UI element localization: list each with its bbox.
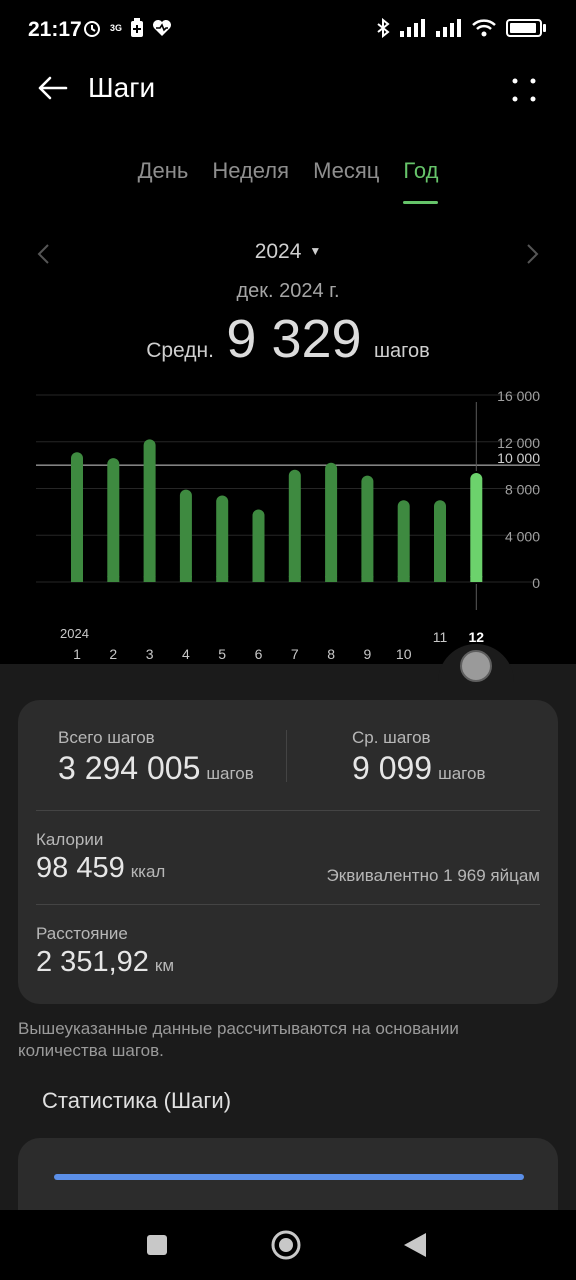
bar <box>397 500 410 582</box>
bar-base <box>216 576 229 582</box>
year-dropdown[interactable]: 2024 ▼ <box>0 240 576 264</box>
x-tick-label: 12 <box>469 629 485 645</box>
bar <box>179 489 192 582</box>
bar-base <box>288 576 301 582</box>
x-tick-label: 3 <box>146 646 154 662</box>
bar-base <box>397 576 410 582</box>
avg-steps-value: 9 099 шагов <box>352 750 486 786</box>
tab-week[interactable]: Неделя <box>212 154 289 198</box>
recent-apps-icon[interactable] <box>140 1228 174 1262</box>
app-header: Шаги <box>0 58 576 122</box>
calories-equivalent: Эквивалентно 1 969 яйцам <box>326 866 540 885</box>
alarm-icon <box>84 21 100 37</box>
y-tick-label: 8 000 <box>505 482 540 498</box>
average-value: 9 329 <box>226 309 362 369</box>
year-value: 2024 <box>254 240 302 263</box>
x-tick-label: 5 <box>218 646 226 662</box>
total-steps-value: 3 294 005 шагов <box>58 750 254 786</box>
back-arrow-icon[interactable] <box>36 72 68 104</box>
bar <box>470 472 483 582</box>
x-tick-label: 6 <box>255 646 263 662</box>
statistics-title: Статистика (Шаги) <box>42 1088 232 1113</box>
average-steps-summary: Средн. 9 329 шагов <box>0 308 576 370</box>
chevron-right-icon[interactable] <box>518 240 546 268</box>
y-tick-label: 0 <box>532 575 540 591</box>
bar-base <box>143 576 156 582</box>
summary-card: Всего шагов 3 294 005 шагов Ср. шагов 9 0… <box>18 700 558 1004</box>
year-navigation: 2024 ▼ <box>0 236 576 272</box>
bar <box>107 458 120 582</box>
bar-base <box>107 576 120 582</box>
bar <box>71 452 83 582</box>
bar-base <box>470 576 483 582</box>
tab-year[interactable]: Год <box>403 154 439 204</box>
total-steps-label: Всего шагов <box>58 728 155 747</box>
caret-down-icon: ▼ <box>309 244 322 258</box>
x-tick-label: 1 <box>73 646 81 662</box>
divider <box>36 904 540 905</box>
x-tick-label: 7 <box>291 646 299 662</box>
status-time: 21:17 <box>28 18 82 41</box>
distance-value: 2 351,92 км <box>36 946 175 978</box>
bar <box>288 469 301 582</box>
x-axis-year-label: 2024 <box>60 626 89 641</box>
bar <box>325 462 338 582</box>
x-tick-label: 9 <box>364 646 372 662</box>
bar <box>434 500 446 582</box>
bar-base <box>325 576 338 582</box>
bar-base <box>252 576 265 582</box>
bar <box>216 495 229 582</box>
y-tick-label: 4 000 <box>505 528 540 544</box>
bar <box>143 439 156 582</box>
battery-icon <box>506 19 546 37</box>
x-tick-label: 4 <box>182 646 190 662</box>
period-tabs: День Неделя Месяц Год <box>0 154 576 204</box>
bar <box>252 509 265 582</box>
calculation-footnote: Вышеуказанные данные рассчитываются на о… <box>18 1019 459 1060</box>
bar-base <box>361 576 374 582</box>
bar-base <box>179 576 192 582</box>
average-unit: шагов <box>374 340 430 362</box>
page-title: Шаги <box>88 72 156 103</box>
calories-label: Калории <box>36 830 104 849</box>
goal-label: 10 000 <box>497 450 540 466</box>
x-tick-label: 11 <box>433 629 448 645</box>
bar-base <box>71 576 83 582</box>
home-icon[interactable] <box>269 1228 303 1262</box>
more-options-icon[interactable] <box>510 76 538 104</box>
statistics-progress-bar <box>54 1174 524 1180</box>
battery-saver-icon <box>131 18 144 37</box>
y-tick-label: 16 000 <box>497 388 540 404</box>
chart-scrubber-handle[interactable] <box>460 650 492 682</box>
x-tick-label: 2 <box>109 646 117 662</box>
health-icon <box>153 20 172 36</box>
steps-bar-chart[interactable]: 04 0008 00012 00016 00010 0001 2 3 4 5 6 7 8 9 10… <box>0 370 576 670</box>
signal-icon <box>436 19 461 37</box>
divider <box>36 810 540 811</box>
x-tick-label: 8 <box>327 646 335 662</box>
average-prefix: Средн. <box>146 339 214 362</box>
status-bar: 21:17 3G <box>0 0 576 58</box>
back-triangle-icon[interactable] <box>398 1228 432 1262</box>
signal-icon <box>400 19 425 37</box>
divider <box>286 730 287 782</box>
selected-period: дек. 2024 г. <box>236 280 340 302</box>
distance-label: Расстояние <box>36 924 128 943</box>
system-navigation-bar <box>0 1210 576 1280</box>
wifi-icon <box>472 19 496 37</box>
y-tick-label: 12 000 <box>497 435 540 451</box>
avg-steps-label: Ср. шагов <box>352 728 431 747</box>
bluetooth-icon <box>377 18 390 38</box>
tab-month[interactable]: Месяц <box>313 154 379 198</box>
network-badge: 3G <box>110 23 123 33</box>
tab-day[interactable]: День <box>138 154 189 198</box>
calories-value: 98 459 ккал <box>36 852 166 884</box>
bar <box>361 475 374 582</box>
bar-base <box>434 576 446 582</box>
x-tick-label: 10 <box>396 646 412 662</box>
